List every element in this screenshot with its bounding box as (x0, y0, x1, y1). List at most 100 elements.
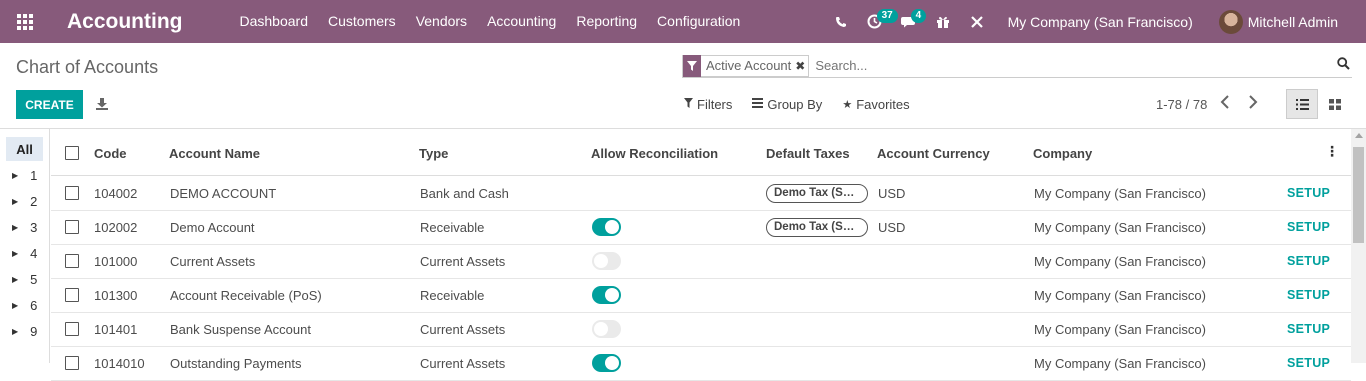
app-name[interactable]: Accounting (67, 10, 183, 34)
create-button[interactable]: CREATE (16, 90, 83, 119)
activity-clock-icon[interactable]: 37 (858, 0, 898, 43)
allow-reconciliation-toggle[interactable] (592, 252, 621, 270)
group-by-button[interactable]: Group By (752, 97, 822, 112)
column-header-company[interactable]: Company (1033, 146, 1092, 161)
search-input[interactable] (815, 58, 1352, 73)
phone-icon[interactable] (824, 0, 858, 43)
search-panel: All ▶ 1 ▶ 2 ▶ 3 ▶ 4 ▶ 5 ▶ 6 ▶ 9 (0, 129, 50, 363)
setup-button[interactable]: SETUP (1287, 186, 1330, 200)
search-panel-item[interactable]: ▶ 1 (12, 168, 37, 183)
search-panel-item[interactable]: ▶ 9 (12, 324, 37, 339)
menu-dashboard[interactable]: Dashboard (230, 0, 319, 43)
search-icon[interactable] (1337, 57, 1350, 75)
scrollbar[interactable] (1351, 129, 1366, 363)
cell-type: Current Assets (420, 322, 506, 337)
allow-reconciliation-toggle[interactable] (592, 286, 621, 304)
allow-reconciliation-toggle[interactable] (592, 354, 621, 372)
row-checkbox[interactable] (65, 186, 79, 200)
table-header: Code Account Name Type Allow Reconciliat… (51, 129, 1351, 176)
cell-company: My Company (San Francisco) (1034, 288, 1206, 303)
group-by-label: Group By (767, 97, 823, 112)
table-row[interactable]: 101401 Bank Suspense Account Current Asset… (51, 313, 1351, 347)
chevron-right-icon[interactable] (1248, 95, 1258, 114)
toggle-knob (605, 288, 619, 302)
list-view-icon (1295, 98, 1309, 110)
allow-reconciliation-toggle[interactable] (592, 320, 621, 338)
column-header-account-currency[interactable]: Account Currency (877, 146, 990, 161)
table-row[interactable]: 102002 Demo Account Receivable Demo Tax (Sa… (51, 211, 1351, 245)
scroll-up-arrow-icon[interactable] (1355, 133, 1363, 138)
search-panel-item[interactable]: ▶ 3 (12, 220, 37, 235)
gift-icon[interactable] (926, 0, 960, 43)
messages-count-badge: 4 (910, 9, 927, 23)
menu-customers[interactable]: Customers (318, 0, 406, 43)
row-checkbox[interactable] (65, 254, 79, 268)
list-view-button[interactable] (1286, 89, 1318, 119)
setup-button[interactable]: SETUP (1287, 288, 1330, 302)
main-menu: Dashboard Customers Vendors Accounting R… (230, 0, 751, 43)
chevron-left-icon[interactable] (1220, 95, 1230, 114)
search-panel-item[interactable]: ▶ 6 (12, 298, 37, 313)
menu-configuration[interactable]: Configuration (647, 0, 750, 43)
cell-account-currency: USD (878, 186, 906, 201)
cell-account-name: DEMO ACCOUNT (170, 186, 277, 201)
favorites-button[interactable]: ★ Favorites (842, 97, 909, 112)
top-navbar: Accounting Dashboard Customers Vendors A… (0, 0, 1366, 43)
user-name: Mitchell Admin (1247, 13, 1338, 30)
setup-button[interactable]: SETUP (1287, 322, 1330, 336)
row-checkbox[interactable] (65, 356, 79, 370)
company-switcher[interactable]: My Company (San Francisco) (1008, 14, 1193, 30)
search-panel-item[interactable]: ▶ 4 (12, 246, 37, 261)
search-facet: Active Account ✖ (682, 54, 810, 77)
column-header-type[interactable]: Type (419, 146, 448, 161)
caret-right-icon: ▶ (12, 275, 19, 284)
setup-button[interactable]: SETUP (1287, 356, 1330, 370)
cell-code: 104002 (94, 186, 138, 201)
search-panel-item[interactable]: ▶ 2 (12, 194, 37, 209)
search-options: Filters Group By ★ Favorites (684, 97, 930, 112)
user-menu[interactable]: Mitchell Admin (1218, 9, 1338, 34)
row-checkbox[interactable] (65, 288, 79, 302)
table-row[interactable]: 101300 Account Receivable (PoS) Receivable… (51, 279, 1351, 313)
column-header-code[interactable]: Code (94, 146, 127, 161)
toggle-knob (605, 356, 619, 370)
setup-button[interactable]: SETUP (1287, 254, 1330, 268)
row-checkbox[interactable] (65, 322, 79, 336)
cell-code: 102002 (94, 220, 138, 235)
download-icon[interactable] (96, 97, 108, 115)
caret-right-icon: ▶ (12, 301, 19, 310)
optional-columns-icon[interactable]: ⋮ (1325, 143, 1339, 160)
cell-code: 101401 (94, 322, 138, 337)
debug-tools-icon[interactable] (960, 0, 994, 43)
row-checkbox[interactable] (65, 220, 79, 234)
caret-right-icon: ▶ (12, 327, 19, 336)
allow-reconciliation-toggle[interactable] (592, 218, 621, 236)
kanban-view-button[interactable] (1320, 89, 1350, 119)
column-header-account-name[interactable]: Account Name (169, 146, 260, 161)
facet-remove-icon[interactable]: ✖ (795, 59, 808, 73)
column-header-allow-reconciliation[interactable]: Allow Reconciliation (591, 146, 718, 161)
table-row[interactable]: 1014010 Outstanding Payments Current Asset… (51, 347, 1351, 381)
menu-vendors[interactable]: Vendors (406, 0, 477, 43)
search-panel-all[interactable]: All (6, 137, 43, 161)
scrollbar-thumb[interactable] (1353, 147, 1364, 243)
column-header-default-taxes[interactable]: Default Taxes (766, 146, 850, 161)
cell-code: 101000 (94, 254, 138, 269)
cell-company: My Company (San Francisco) (1034, 322, 1206, 337)
menu-accounting[interactable]: Accounting (477, 0, 566, 43)
pager-value[interactable]: 1-78 / 78 (1156, 97, 1207, 112)
cell-company: My Company (San Francisco) (1034, 186, 1206, 201)
setup-button[interactable]: SETUP (1287, 220, 1330, 234)
apps-menu-icon[interactable] (0, 0, 50, 43)
caret-right-icon: ▶ (12, 171, 19, 180)
search-panel-item[interactable]: ▶ 5 (12, 272, 37, 287)
table-row[interactable]: 104002 DEMO ACCOUNT Bank and Cash Demo Tax … (51, 177, 1351, 211)
cell-type: Bank and Cash (420, 186, 509, 201)
cell-account-name: Bank Suspense Account (170, 322, 311, 337)
messages-chat-icon[interactable]: 4 (892, 0, 927, 43)
filters-button[interactable]: Filters (684, 97, 732, 112)
table-row[interactable]: 101000 Current Assets Current Assets My Com… (51, 245, 1351, 279)
select-all-checkbox[interactable] (65, 146, 79, 160)
menu-reporting[interactable]: Reporting (566, 0, 647, 43)
cell-account-name: Outstanding Payments (170, 356, 302, 371)
